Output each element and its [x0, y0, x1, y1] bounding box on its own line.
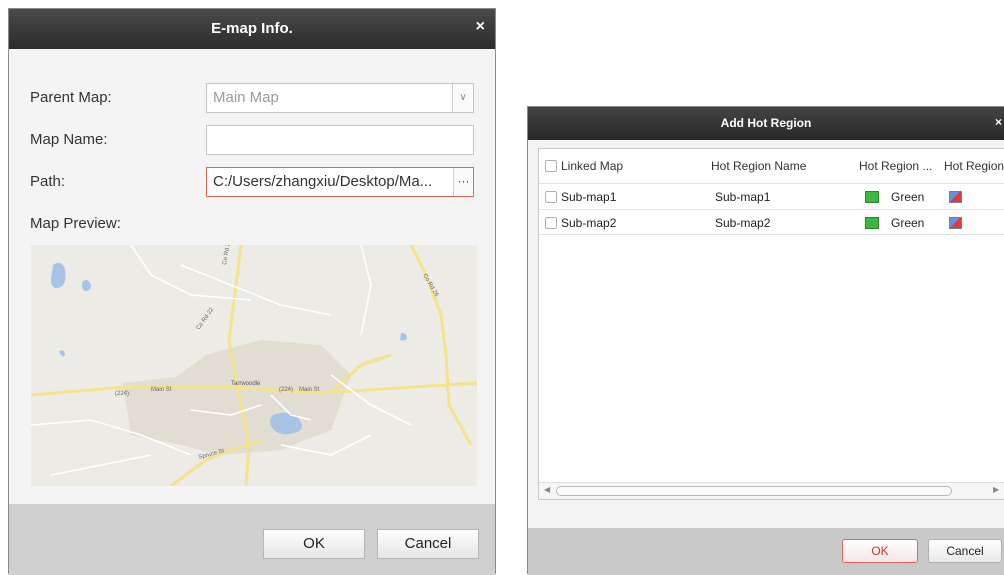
hot-region-name-cell: Sub-map1 — [715, 190, 771, 204]
map-preview: Main St Main St Tarrwoodle (224) (224) S… — [31, 245, 477, 486]
hot-region-dialog-footer: OK Cancel — [528, 528, 1004, 575]
map-name-input[interactable] — [206, 125, 474, 155]
parent-map-value: Main Map — [213, 89, 279, 106]
map-name-label: Map Name: — [30, 131, 108, 148]
map-road-label: Main St — [151, 387, 172, 393]
scroll-left-icon[interactable]: ◀ — [544, 485, 550, 494]
column-header-hot-region-name[interactable]: Hot Region Name — [711, 149, 806, 183]
color-name-cell: Green — [891, 216, 925, 230]
close-icon[interactable]: × — [995, 115, 1002, 129]
scrollbar-thumb[interactable] — [556, 486, 952, 496]
path-input[interactable]: C:/Users/zhangxiu/Desktop/Ma... ··· — [206, 167, 474, 197]
map-road-label: Main St — [299, 387, 320, 393]
emap-dialog-title: E-map Info. — [211, 20, 293, 37]
color-swatch[interactable] — [865, 191, 879, 203]
map-preview-image: Main St Main St Tarrwoodle (224) (224) S… — [31, 245, 477, 486]
map-town-label: Tarrwoodle — [231, 381, 261, 387]
cancel-button[interactable]: Cancel — [377, 529, 479, 559]
hot-region-dialog-body: Linked Map Hot Region Name Hot Region ..… — [528, 140, 1004, 528]
parent-map-label: Parent Map: — [30, 89, 112, 106]
table-row[interactable]: Sub-map1 Sub-map1 Green — [539, 183, 1004, 209]
emap-info-dialog: E-map Info. × Parent Map: Main Map ∨ Map… — [8, 8, 496, 575]
hot-region-name-cell: Sub-map2 — [715, 216, 771, 230]
column-header-hot-region-color[interactable]: Hot Region ... — [859, 149, 932, 183]
scroll-right-icon[interactable]: ▶ — [993, 485, 999, 494]
linked-map-cell: Sub-map1 — [561, 190, 617, 204]
hot-region-table: Linked Map Hot Region Name Hot Region ..… — [538, 148, 1004, 500]
hot-region-dialog-title: Add Hot Region — [720, 116, 812, 130]
emap-dialog-body: Parent Map: Main Map ∨ Map Name: Path: C… — [9, 49, 495, 504]
color-name-cell: Green — [891, 190, 925, 204]
hot-region-icon[interactable] — [949, 217, 962, 229]
path-label: Path: — [30, 173, 66, 190]
column-header-linked-map[interactable]: Linked Map — [561, 149, 623, 183]
close-icon[interactable]: × — [476, 18, 485, 36]
hot-region-icon[interactable] — [949, 191, 962, 203]
cancel-button[interactable]: Cancel — [928, 539, 1002, 563]
hot-region-dialog-titlebar: Add Hot Region × — [528, 107, 1004, 140]
column-header-hot-region[interactable]: Hot Region — [944, 149, 1004, 183]
emap-dialog-titlebar: E-map Info. × — [9, 9, 495, 49]
add-hot-region-dialog: Add Hot Region × Linked Map Hot Region N… — [527, 106, 1004, 575]
path-value: C:/Users/zhangxiu/Desktop/Ma... — [213, 173, 433, 190]
select-all-checkbox[interactable] — [545, 160, 557, 172]
ok-button[interactable]: OK — [263, 529, 365, 559]
parent-map-select[interactable]: Main Map ∨ — [206, 83, 474, 113]
map-road-label: (224) — [279, 387, 293, 393]
map-preview-label: Map Preview: — [30, 215, 121, 232]
browse-button[interactable]: ··· — [453, 168, 473, 196]
table-row[interactable]: Sub-map2 Sub-map2 Green — [539, 209, 1004, 235]
linked-map-cell: Sub-map2 — [561, 216, 617, 230]
chevron-down-icon[interactable]: ∨ — [452, 84, 473, 112]
row-checkbox[interactable] — [545, 217, 557, 229]
map-road-label: (224) — [115, 391, 129, 397]
ok-button[interactable]: OK — [842, 539, 918, 563]
horizontal-scrollbar[interactable]: ◀ ▶ — [539, 482, 1004, 499]
color-swatch[interactable] — [865, 217, 879, 229]
row-checkbox[interactable] — [545, 191, 557, 203]
emap-dialog-footer: OK Cancel — [9, 504, 495, 575]
